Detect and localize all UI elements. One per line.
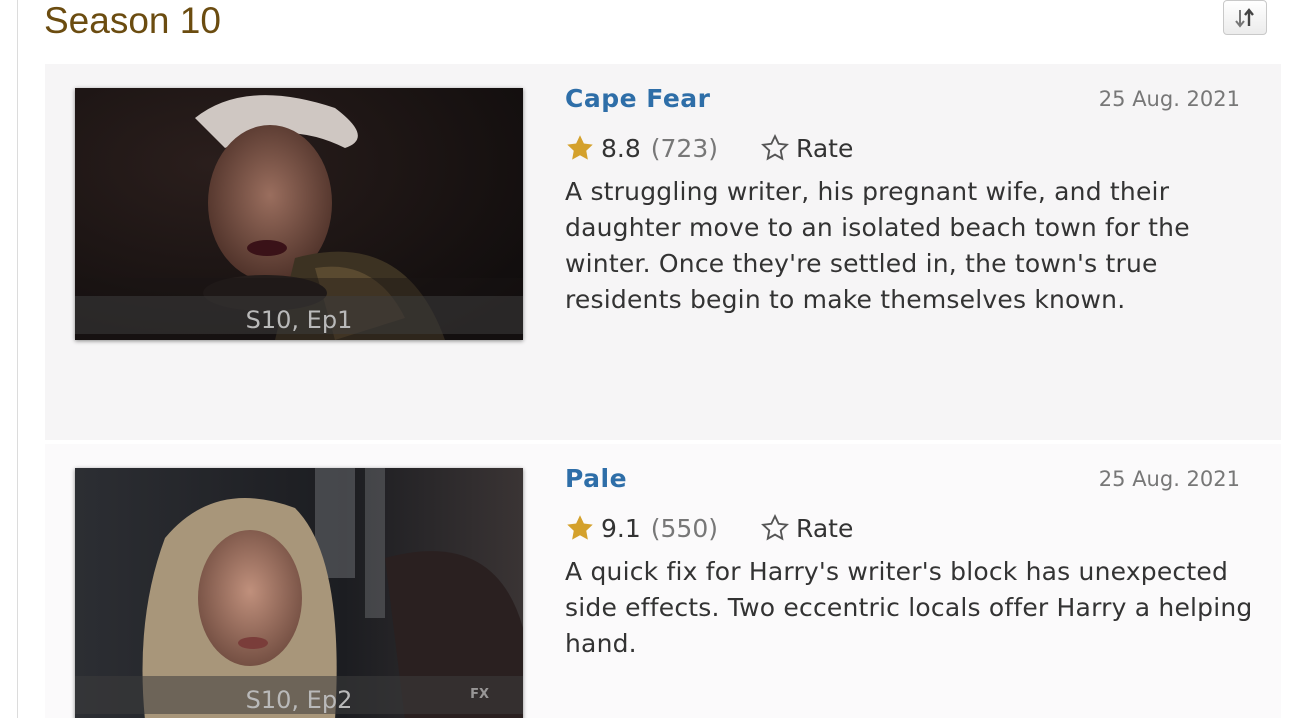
- season-title: Season 10: [44, 0, 221, 41]
- episode-description: A struggling writer, his pregnant wife, …: [565, 177, 1190, 314]
- left-divider: [17, 0, 18, 718]
- rate-button[interactable]: Rate: [760, 513, 853, 543]
- rating-value: 8.8: [601, 133, 641, 163]
- episode-thumbnail[interactable]: S10, Ep1: [75, 88, 523, 340]
- rate-label: Rate: [796, 513, 854, 543]
- episode-number-label: S10, Ep2: [75, 676, 523, 714]
- episode-title-link[interactable]: Pale: [565, 464, 627, 493]
- episode-list-page: Season 10 S10, Ep1 Cape Fear 25 Aug. 202…: [0, 0, 1302, 718]
- air-date: 25 Aug. 2021: [1098, 467, 1240, 491]
- star-filled-icon: [567, 515, 593, 540]
- rating-value: 9.1: [601, 513, 641, 543]
- episode-description: A quick fix for Harry's writer's block h…: [565, 557, 1253, 658]
- episode-item: S10, Ep2 FX Pale 25 Aug. 2021 9.1 (550) …: [45, 444, 1281, 718]
- episode-title-link[interactable]: Cape Fear: [565, 84, 711, 113]
- vote-count: (723): [650, 133, 718, 163]
- vote-count: (550): [650, 513, 718, 543]
- rate-label: Rate: [796, 133, 854, 163]
- episode-item: S10, Ep1 Cape Fear 25 Aug. 2021 8.8 (723…: [45, 64, 1281, 440]
- star-filled-icon: [567, 135, 593, 160]
- network-watermark: FX: [470, 687, 489, 702]
- star-outline-icon: [761, 513, 789, 541]
- episode-thumbnail[interactable]: S10, Ep2 FX: [75, 468, 523, 718]
- rating-row: 8.8 (723) Rate: [565, 128, 853, 168]
- sort-arrows-icon: [1235, 7, 1254, 28]
- star-outline-icon: [761, 133, 789, 161]
- air-date: 25 Aug. 2021: [1098, 87, 1240, 111]
- rate-button[interactable]: Rate: [760, 133, 853, 163]
- sort-button[interactable]: [1223, 0, 1267, 35]
- rating-row: 9.1 (550) Rate: [565, 508, 853, 548]
- episode-number-label: S10, Ep1: [75, 296, 523, 334]
